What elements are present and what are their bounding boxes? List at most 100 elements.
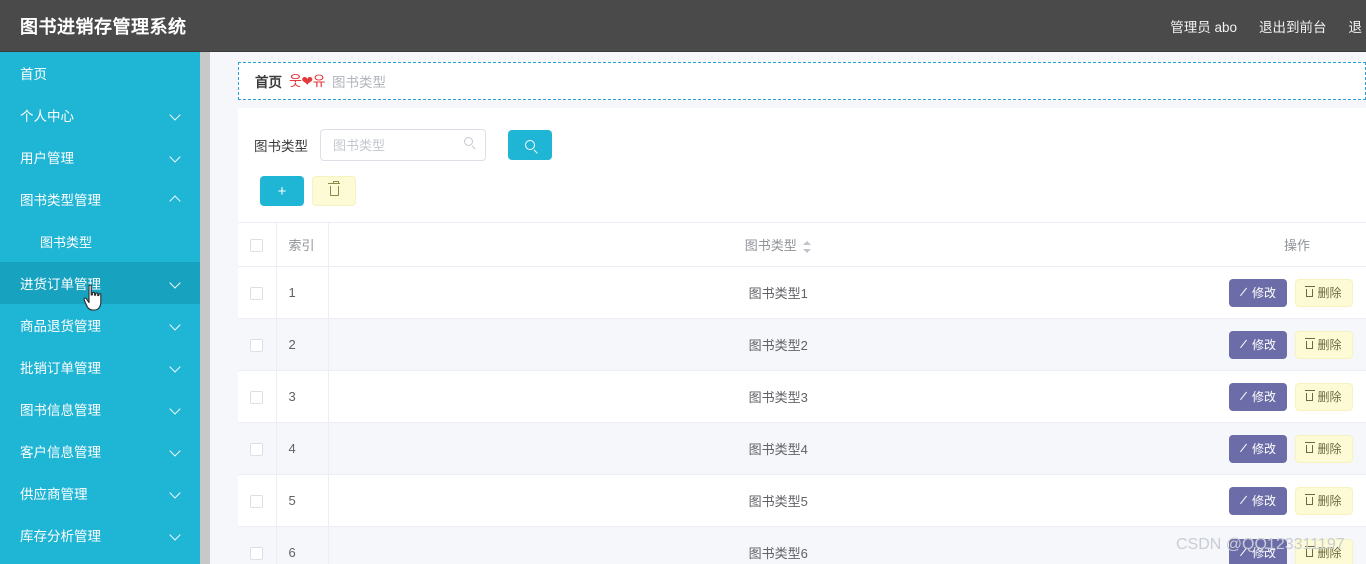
pencil-icon <box>1240 288 1249 297</box>
table-row[interactable]: 1 图书类型1 修改 删除 <box>238 266 1366 319</box>
row-checkbox[interactable] <box>250 339 264 353</box>
table-row[interactable]: 4 图书类型4 修改 删除 <box>238 422 1366 475</box>
table-row[interactable]: 5 图书类型5 修改 删除 <box>238 474 1366 527</box>
delete-button-label: 删除 <box>1317 286 1342 300</box>
table-row[interactable]: 3 图书类型3 修改 删除 <box>238 370 1366 423</box>
operations-column-header: 操作 <box>1228 222 1366 267</box>
batch-delete-button[interactable] <box>312 176 356 206</box>
edit-button[interactable]: 修改 <box>1229 278 1287 307</box>
sidebar-item-5[interactable]: 进货订单管理 <box>0 262 200 304</box>
search-button[interactable] <box>508 130 552 160</box>
sidebar-item-10[interactable]: 供应商管理 <box>0 472 200 514</box>
row-type-cell: 图书类型3 <box>328 370 1228 423</box>
row-checkbox[interactable] <box>250 547 264 561</box>
row-index-cell: 2 <box>276 318 329 371</box>
list-panel: 图书类型 + <box>238 108 1366 564</box>
sidebar-item-3[interactable]: 图书类型管理 <box>0 178 200 220</box>
sidebar-item-label: 图书信息管理 <box>20 403 101 418</box>
delete-button[interactable]: 删除 <box>1295 278 1353 307</box>
row-action-group: 修改 删除 <box>1229 330 1365 359</box>
delete-button[interactable]: 删除 <box>1295 486 1353 515</box>
table-row[interactable]: 2 图书类型2 修改 删除 <box>238 318 1366 371</box>
row-select-cell <box>238 526 277 564</box>
chevron-down-icon <box>170 109 182 121</box>
sidebar-item-label: 个人中心 <box>20 109 74 124</box>
row-type-cell: 图书类型4 <box>328 422 1228 475</box>
row-type-cell: 图书类型2 <box>328 318 1228 371</box>
sidebar-item-0[interactable]: 首页 <box>0 52 200 94</box>
row-select-cell <box>238 318 277 371</box>
sidebar-item-4[interactable]: 图书类型 <box>0 220 200 262</box>
row-checkbox[interactable] <box>250 391 264 405</box>
app-root: 图书进销存管理系统 管理员 abo 退出到前台 退 首页 个人中心 用户管理 图书类型… <box>0 0 1366 564</box>
header-actions: 管理员 abo 退出到前台 退 <box>1170 16 1366 36</box>
row-select-cell <box>238 422 277 475</box>
row-operations-cell: 修改 删除 <box>1228 266 1366 319</box>
edit-button[interactable]: 修改 <box>1229 538 1287 564</box>
chevron-down-icon <box>170 361 182 373</box>
delete-button[interactable]: 删除 <box>1295 382 1353 411</box>
edit-button[interactable]: 修改 <box>1229 382 1287 411</box>
type-column-header: 图书类型 <box>328 222 1228 267</box>
sidebar-scrollbar[interactable] <box>200 52 210 564</box>
logout-link[interactable]: 退 <box>1349 16 1366 36</box>
sidebar-item-label: 首页 <box>20 67 47 82</box>
edit-button-label: 修改 <box>1251 442 1276 456</box>
pencil-icon <box>1240 444 1249 453</box>
sidebar-item-8[interactable]: 图书信息管理 <box>0 388 200 430</box>
chevron-down-icon <box>170 403 182 415</box>
sidebar-item-7[interactable]: 批销订单管理 <box>0 346 200 388</box>
row-checkbox[interactable] <box>250 287 264 301</box>
sidebar-item-2[interactable]: 用户管理 <box>0 136 200 178</box>
row-action-group: 修改 删除 <box>1229 434 1365 463</box>
index-column-header: 索引 <box>276 222 329 267</box>
chevron-down-icon <box>170 151 182 163</box>
search-input[interactable] <box>320 129 486 161</box>
delete-button-label: 删除 <box>1317 390 1342 404</box>
trash-icon <box>1305 390 1315 401</box>
row-index-cell: 6 <box>276 526 329 564</box>
sidebar-item-6[interactable]: 商品退货管理 <box>0 304 200 346</box>
edit-button[interactable]: 修改 <box>1229 330 1287 359</box>
trash-icon <box>1305 442 1315 453</box>
delete-button-label: 删除 <box>1317 338 1342 352</box>
sidebar-item-9[interactable]: 客户信息管理 <box>0 430 200 472</box>
chevron-up-icon <box>170 193 182 205</box>
sidebar-item-label: 库存分析管理 <box>20 529 101 544</box>
edit-button-label: 修改 <box>1251 338 1276 352</box>
table-row[interactable]: 6 图书类型6 修改 删除 <box>238 526 1366 564</box>
table-body: 1 图书类型1 修改 删除 2 图书类型2 修改 删除 3 图书类型3 修改 删除 4 图书类型4 修改 删除… <box>238 266 1366 564</box>
edit-button-label: 修改 <box>1251 546 1276 560</box>
sidebar-item-label: 用户管理 <box>20 151 74 166</box>
search-input-wrapper <box>320 129 486 161</box>
sidebar-item-label: 批销订单管理 <box>20 361 101 376</box>
logout-to-frontend-link[interactable]: 退出到前台 <box>1259 16 1327 36</box>
sidebar-item-label: 图书类型 <box>40 234 93 250</box>
sidebar-item-label: 图书类型管理 <box>20 193 101 208</box>
row-operations-cell: 修改 删除 <box>1228 474 1366 527</box>
breadcrumb-home-link[interactable]: 首页 <box>255 71 282 91</box>
row-checkbox[interactable] <box>250 495 264 509</box>
delete-button[interactable]: 删除 <box>1295 434 1353 463</box>
row-checkbox[interactable] <box>250 443 264 457</box>
add-button[interactable]: + <box>260 176 304 206</box>
row-index-cell: 4 <box>276 422 329 475</box>
sidebar-item-label: 商品退货管理 <box>20 319 101 334</box>
row-operations-cell: 修改 删除 <box>1228 318 1366 371</box>
sidebar-item-11[interactable]: 库存分析管理 <box>0 514 200 556</box>
chevron-down-icon <box>170 529 182 541</box>
search-field-label: 图书类型 <box>254 139 308 154</box>
row-operations-cell: 修改 删除 <box>1228 370 1366 423</box>
row-index-cell: 5 <box>276 474 329 527</box>
trash-icon <box>1305 546 1315 557</box>
chevron-down-icon <box>170 487 182 499</box>
edit-button[interactable]: 修改 <box>1229 486 1287 515</box>
delete-button[interactable]: 删除 <box>1295 330 1353 359</box>
delete-button[interactable]: 删除 <box>1295 538 1353 564</box>
sidebar-item-1[interactable]: 个人中心 <box>0 94 200 136</box>
edit-button[interactable]: 修改 <box>1229 434 1287 463</box>
sidebar-item-label: 进货订单管理 <box>20 277 101 292</box>
sort-caret-icon[interactable] <box>802 240 812 253</box>
select-all-checkbox[interactable] <box>250 239 264 253</box>
sidebar-item-label: 供应商管理 <box>20 487 88 502</box>
